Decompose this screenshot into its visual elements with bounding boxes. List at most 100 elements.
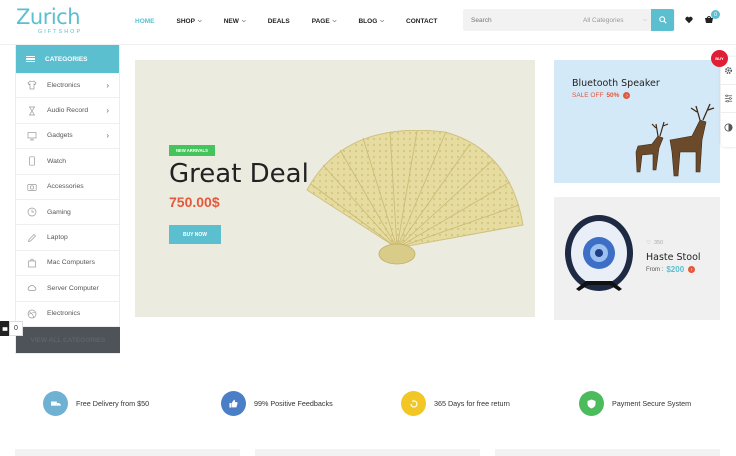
heart-icon: ♡	[646, 240, 651, 246]
sale-label: SALE OFF	[572, 92, 604, 99]
chevron-down-icon: ⌵	[197, 18, 202, 24]
category-label: Server Computer	[47, 284, 99, 292]
chevron-right-icon: ›	[106, 106, 109, 116]
decorative-plate-image	[565, 215, 633, 291]
category-list: Electronics › Audio Record › Gadgets › W…	[16, 73, 119, 327]
features-bar: Free Delivery from $50 99% Positive Feed…	[43, 391, 723, 417]
banner-title: Bluetooth Speaker	[572, 78, 660, 89]
view-all-categories-button[interactable]: VIEW ALL CATEGORIES	[16, 327, 120, 353]
monitor-icon	[27, 131, 37, 141]
thumbs-up-icon	[221, 391, 246, 416]
feature-item: 99% Positive Feedbacks	[221, 391, 333, 416]
logo[interactable]: Zurich GIFTSHOP	[16, 5, 86, 35]
heart-icon	[685, 16, 693, 24]
search-icon	[658, 16, 667, 24]
feature-item: 365 Days for free return	[401, 391, 510, 416]
category-label: Electronics	[47, 81, 81, 89]
nav-contact-label: CONTACT	[406, 17, 438, 25]
feature-item: Payment Secure System	[579, 391, 691, 416]
price-prefix: From :	[646, 266, 664, 273]
contrast-button[interactable]	[721, 113, 736, 141]
chevron-down-icon: ⌵	[643, 17, 647, 23]
brand-tagline: GIFTSHOP	[38, 29, 83, 35]
hourglass-icon	[27, 106, 37, 116]
nav-page-label: PAGE	[311, 17, 330, 25]
pencil-icon	[27, 233, 37, 243]
cloud-icon	[27, 283, 37, 293]
nav-deals[interactable]: DEALS	[268, 14, 290, 28]
chevron-down-icon: ⌵	[241, 18, 246, 24]
search-bar: All Categories ⌵	[463, 9, 675, 31]
nav-blog[interactable]: BLOG ⌵	[358, 14, 384, 28]
feature-text: Free Delivery from $50	[76, 399, 150, 408]
search-input[interactable]	[463, 16, 583, 24]
nav-contact[interactable]: CONTACT	[406, 14, 437, 28]
sale-value: 50%	[606, 92, 620, 99]
category-item[interactable]: Gaming	[16, 200, 119, 226]
sliders-icon	[724, 94, 733, 103]
return-icon	[401, 391, 426, 416]
box-icon	[0, 321, 9, 336]
category-item[interactable]: Laptop	[16, 225, 119, 251]
category-sidebar-title: CATEGORIES	[45, 55, 88, 63]
nav-deals-label: DEALS	[267, 17, 290, 25]
bluetooth-speaker-banner[interactable]: Bluetooth Speaker SALE OFF 50% ›	[554, 60, 720, 183]
nav-home[interactable]: HOME	[135, 14, 155, 28]
category-label: Laptop	[47, 234, 68, 242]
deer-figurines-image	[635, 103, 715, 177]
category-label: Watch	[47, 157, 67, 165]
category-item[interactable]: Electronics	[16, 302, 119, 327]
buy-now-button[interactable]: BUY NOW	[169, 225, 221, 244]
category-label: Audio Record	[47, 107, 89, 115]
buy-badge[interactable]: BUY	[711, 50, 728, 67]
category-item[interactable]: Server Computer	[16, 276, 119, 302]
gear-icon	[724, 66, 733, 75]
cart-button[interactable]: 0	[703, 10, 720, 26]
category-item[interactable]: Watch	[16, 149, 119, 175]
haste-stool-banner[interactable]: ♡ 350 Haste Stool From : $200 ›	[554, 197, 720, 320]
nav-shop[interactable]: SHOP ⌵	[177, 14, 202, 28]
category-label: Electronics	[47, 310, 81, 318]
arrow-right-icon: ›	[623, 92, 631, 99]
floating-counter: 0	[9, 321, 23, 336]
nav-shop-label: SHOP	[176, 17, 195, 25]
hero-title: Great Deal	[169, 159, 309, 189]
filter-button[interactable]	[721, 85, 736, 113]
likes-count: ♡ 350	[646, 240, 663, 246]
banner-price: From : $200 ›	[646, 265, 696, 274]
product-card-placeholder	[15, 449, 240, 456]
category-item[interactable]: Audio Record ›	[16, 98, 119, 124]
chevron-right-icon: ›	[106, 80, 109, 90]
menu-icon	[26, 54, 35, 64]
floating-compare-tab[interactable]: 0	[0, 321, 23, 336]
category-label: Accessories	[47, 183, 84, 191]
arrow-right-icon: ›	[688, 266, 696, 273]
wishlist-button[interactable]	[683, 14, 695, 26]
floating-tools-panel	[721, 57, 736, 147]
category-item[interactable]: Gadgets ›	[16, 124, 119, 150]
hand-fan-image	[306, 130, 524, 265]
product-card-placeholder	[495, 449, 720, 456]
category-label: Mac Computers	[47, 259, 95, 267]
new-arrivals-badge: NEW ARRIVALS	[169, 145, 215, 156]
category-sidebar-header[interactable]: CATEGORIES	[16, 45, 119, 73]
feature-text: 99% Positive Feedbacks	[254, 399, 333, 408]
nav-home-label: HOME	[135, 17, 155, 25]
chevron-down-icon: ⌵	[380, 18, 385, 24]
category-item[interactable]: Electronics ›	[16, 73, 119, 99]
category-item[interactable]: Accessories	[16, 175, 119, 200]
feature-text: 365 Days for free return	[434, 399, 510, 408]
banner-title: Haste Stool	[646, 252, 701, 263]
category-select[interactable]: All Categories ⌵	[583, 17, 647, 24]
bag-icon	[27, 258, 37, 268]
category-select-value: All Categories	[583, 16, 624, 24]
feature-item: Free Delivery from $50	[43, 391, 149, 416]
category-label: Gadgets	[47, 132, 73, 140]
nav-page[interactable]: PAGE ⌵	[312, 14, 337, 28]
search-button[interactable]	[651, 9, 674, 31]
category-item[interactable]: Mac Computers	[16, 251, 119, 277]
nav-new[interactable]: NEW ⌵	[224, 14, 246, 28]
clock-icon	[27, 207, 37, 217]
main-nav: HOME SHOP ⌵ NEW ⌵ DEALS PAGE ⌵ BLOG ⌵ CONTAC…	[135, 14, 459, 28]
hero-price: 750.00$	[169, 194, 220, 210]
